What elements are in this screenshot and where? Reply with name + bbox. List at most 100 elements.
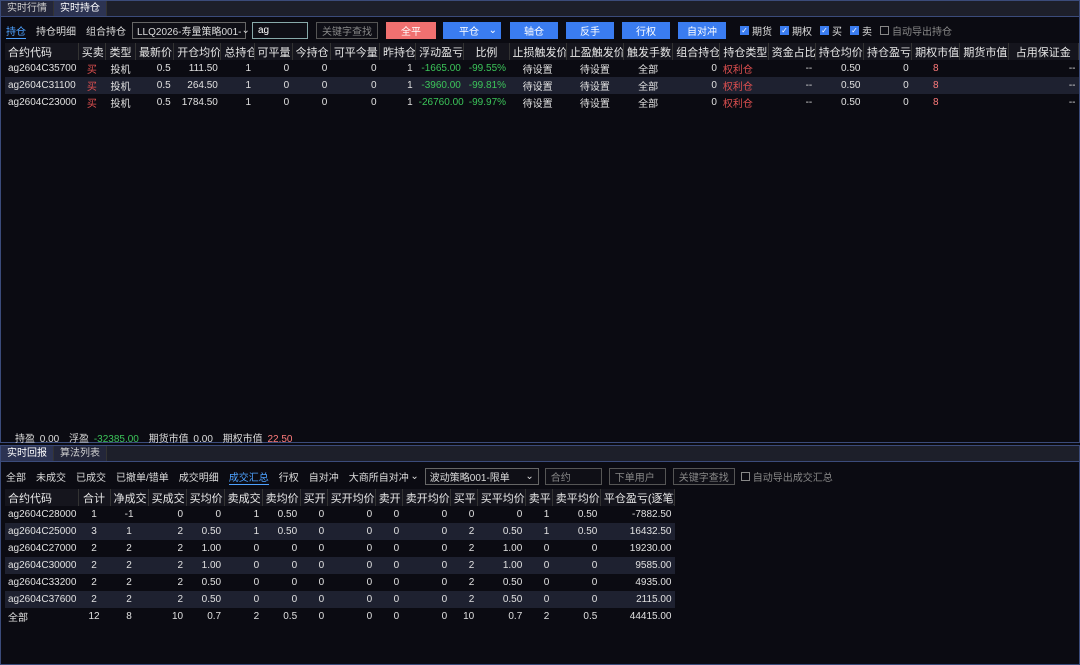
order-user-input[interactable]: 下单用户 bbox=[608, 468, 666, 485]
strategy-select[interactable]: LLQ2026-寿量策略001- ⌄ bbox=[132, 22, 250, 39]
filter-options-checkbox[interactable]: ✓ 期权 bbox=[780, 23, 812, 38]
col-header-side[interactable]: 买卖 bbox=[78, 43, 106, 60]
close-position-label: 平仓 bbox=[459, 27, 479, 38]
exchange-select[interactable]: 大商所自对冲 ⌄ bbox=[349, 468, 419, 485]
col-header-hold-avg[interactable]: 持仓均价 bbox=[815, 43, 864, 60]
col-header-closable[interactable]: 可平量 bbox=[254, 43, 293, 60]
subtab-unfilled[interactable]: 未成交 bbox=[36, 469, 66, 484]
col-header-sell-avg[interactable]: 卖均价 bbox=[262, 489, 301, 506]
subtab-combo-positions[interactable]: 组合持仓 bbox=[86, 23, 126, 38]
position-row[interactable]: ag2604C31100 买投机 0.5 264.50 1 0 0 0 1 -3960.00 -99… bbox=[5, 77, 1079, 94]
cell-type: 投机 bbox=[105, 77, 136, 94]
col-header-buy-open[interactable]: 买开 bbox=[300, 489, 328, 506]
cell-buy-open-avg: 0 bbox=[327, 591, 376, 608]
col-header-ratio[interactable]: 比例 bbox=[463, 43, 510, 60]
cell-buy-open-avg: 0 bbox=[327, 523, 376, 540]
col-header-margin-used[interactable]: 占用保证金 bbox=[1008, 43, 1080, 60]
col-header-contract-code[interactable]: 合约代码 bbox=[5, 43, 79, 60]
subtab-trade-summary[interactable]: 成交汇总 bbox=[228, 469, 269, 485]
col-header-sell-close[interactable]: 卖平 bbox=[525, 489, 553, 506]
col-header-closable-today[interactable]: 可平今量 bbox=[330, 43, 381, 60]
cell-buy-avg: 0.7 bbox=[186, 608, 225, 625]
position-row[interactable]: ag2604C23000 买投机 0.5 1784.50 1 0 0 0 1 -26760.00-… bbox=[5, 94, 1079, 111]
tab-realtime-report[interactable]: 实时回报 bbox=[1, 446, 54, 461]
contract-search-input[interactable]: ag bbox=[252, 22, 308, 39]
contract-filter-input[interactable]: 合约 bbox=[544, 468, 602, 485]
col-header-buy-fill[interactable]: 买成交 bbox=[148, 489, 187, 506]
close-all-button[interactable]: 全平 bbox=[386, 22, 436, 39]
subtab-positions[interactable]: 持仓 bbox=[6, 23, 26, 39]
keyword-search-input[interactable]: 关键字查找 bbox=[316, 22, 378, 39]
filter-buy-checkbox[interactable]: ✓ 买 bbox=[820, 23, 842, 38]
col-header-contract-code[interactable]: 合约代码 bbox=[5, 489, 79, 506]
col-header-open-avg[interactable]: 开仓均价 bbox=[173, 43, 222, 60]
col-header-close-pnl[interactable]: 平仓盈亏(逐笔) bbox=[600, 489, 676, 506]
shift-position-button[interactable]: 轴仓 bbox=[510, 22, 558, 39]
col-header-future-value[interactable]: 期货市值 bbox=[959, 43, 1009, 60]
subtab-all[interactable]: 全部 bbox=[6, 469, 26, 484]
subtab-exercise[interactable]: 行权 bbox=[279, 469, 299, 484]
col-header-float-pnl[interactable]: 浮动盈亏 bbox=[415, 43, 465, 60]
cell-total: 12 bbox=[78, 608, 111, 625]
cell-sell-open-avg: 0 bbox=[402, 540, 451, 557]
cell-close-pnl: 19230.00 bbox=[600, 540, 675, 557]
col-header-sell-fill[interactable]: 卖成交 bbox=[224, 489, 263, 506]
col-header-trigger-lots[interactable]: 触发手数 bbox=[623, 43, 674, 60]
cell-buy-open: 0 bbox=[300, 591, 328, 608]
col-header-sell-open-avg[interactable]: 卖开均价 bbox=[402, 489, 451, 506]
exchange-select-value: 大商所自对冲 bbox=[348, 473, 409, 484]
tab-algo-list[interactable]: 算法列表 bbox=[54, 446, 107, 461]
exercise-button[interactable]: 行权 bbox=[622, 22, 670, 39]
trade-total-row[interactable]: 全部 12 8 10 0.7 2 0.5 0 0 0 0 10 0.7 2 0.5 44415.00 bbox=[5, 608, 675, 625]
subtab-filled[interactable]: 已成交 bbox=[76, 469, 106, 484]
col-header-stop-loss-price[interactable]: 止损触发价 bbox=[509, 43, 567, 60]
futures-value-label: 期货市值 bbox=[148, 434, 189, 445]
subtab-position-details[interactable]: 持仓明细 bbox=[36, 23, 76, 38]
col-header-total-position[interactable]: 总持仓 bbox=[220, 43, 255, 60]
col-header-sell-open[interactable]: 卖开 bbox=[375, 489, 403, 506]
tab-realtime-quotes[interactable]: 实时行情 bbox=[1, 1, 54, 16]
col-header-buy-close-avg[interactable]: 买平均价 bbox=[477, 489, 526, 506]
cell-sell-close-avg: 0 bbox=[552, 574, 601, 591]
trade-row[interactable]: ag2604C33200 2 2 2 0.50 0 0 0 0 0 0 2 0.50 0 0 4935.00 bbox=[5, 574, 675, 591]
col-header-total[interactable]: 合计 bbox=[78, 489, 111, 506]
order-strategy-select[interactable]: 波动策略001-限单 ⌄ bbox=[424, 468, 539, 485]
trade-row[interactable]: ag2604C25000 3 1 2 0.50 1 0.50 0 0 0 0 2 0.50 1 0.50 16… bbox=[5, 523, 675, 540]
trade-row[interactable]: ag2604C37600 2 2 2 0.50 0 0 0 0 0 0 2 0.50 0 0 2115.00 bbox=[5, 591, 675, 608]
col-header-buy-close[interactable]: 买平 bbox=[450, 489, 478, 506]
trade-row[interactable]: ag2604C30000 2 2 2 1.00 0 0 0 0 0 0 2 1.00 0 0 9585.00 bbox=[5, 557, 675, 574]
auto-export-positions-checkbox[interactable]: 自动导出持仓 bbox=[880, 23, 952, 38]
col-header-fund-ratio[interactable]: 资金占比 bbox=[768, 43, 816, 60]
auto-export-summary-checkbox[interactable]: 自动导出成交汇总 bbox=[740, 469, 833, 484]
cell-contract-code: 全部 bbox=[5, 608, 79, 625]
subtab-trade-details[interactable]: 成交明细 bbox=[179, 469, 219, 484]
cell-option-value: 8 bbox=[911, 77, 960, 94]
col-header-net-fill[interactable]: 净成交 bbox=[110, 489, 149, 506]
col-header-sell-close-avg[interactable]: 卖平均价 bbox=[552, 489, 601, 506]
col-header-type[interactable]: 类型 bbox=[105, 43, 137, 60]
col-header-position-type[interactable]: 持仓类型 bbox=[719, 43, 769, 60]
col-header-last-price[interactable]: 最新价 bbox=[135, 43, 175, 60]
filter-futures-checkbox[interactable]: ✓ 期货 bbox=[740, 23, 772, 38]
col-header-combo-position[interactable]: 组合持仓 bbox=[672, 43, 721, 60]
trade-row[interactable]: ag2604C28000 1 -1 0 0 1 0.50 0 0 0 0 0 0 1 0.50 -7882.5… bbox=[5, 506, 675, 523]
col-header-hold-pnl[interactable]: 持仓盈亏 bbox=[863, 43, 913, 60]
trade-row[interactable]: ag2604C27000 2 2 2 1.00 0 0 0 0 0 0 2 1.00 0 0 19230.00 bbox=[5, 540, 675, 557]
col-header-option-value[interactable]: 期权市值 bbox=[911, 43, 961, 60]
filter-sell-checkbox[interactable]: ✓ 卖 bbox=[850, 23, 872, 38]
subtab-self-hedge[interactable]: 自对冲 bbox=[309, 469, 339, 484]
report-keyword-input[interactable]: 关键字查找 bbox=[672, 468, 735, 485]
col-header-buy-open-avg[interactable]: 买开均价 bbox=[327, 489, 376, 506]
self-hedge-button[interactable]: 自对冲 bbox=[678, 22, 726, 39]
col-header-yesterday-position[interactable]: 昨持仓 bbox=[379, 43, 417, 60]
position-row[interactable]: ag2604C35700 买投机 0.5 111.50 1 0 0 0 1 -1665.00 -99… bbox=[5, 60, 1079, 77]
reverse-button[interactable]: 反手 bbox=[566, 22, 614, 39]
subtab-cancelled[interactable]: 已撤单/错单 bbox=[116, 469, 169, 484]
col-header-take-profit-price[interactable]: 止盈触发价 bbox=[566, 43, 625, 60]
tab-realtime-positions[interactable]: 实时持仓 bbox=[54, 1, 107, 16]
cell-contract-code: ag2604C23000 bbox=[5, 94, 79, 111]
close-position-button[interactable]: 平仓 ⌄ bbox=[443, 22, 501, 39]
col-header-today-position[interactable]: 今持仓 bbox=[292, 43, 331, 60]
report-toolbar: 全部 未成交 已成交 已撤单/错单 成交明细 成交汇总 行权 自对冲 大商所自对… bbox=[6, 468, 841, 485]
col-header-buy-avg[interactable]: 买均价 bbox=[186, 489, 225, 506]
